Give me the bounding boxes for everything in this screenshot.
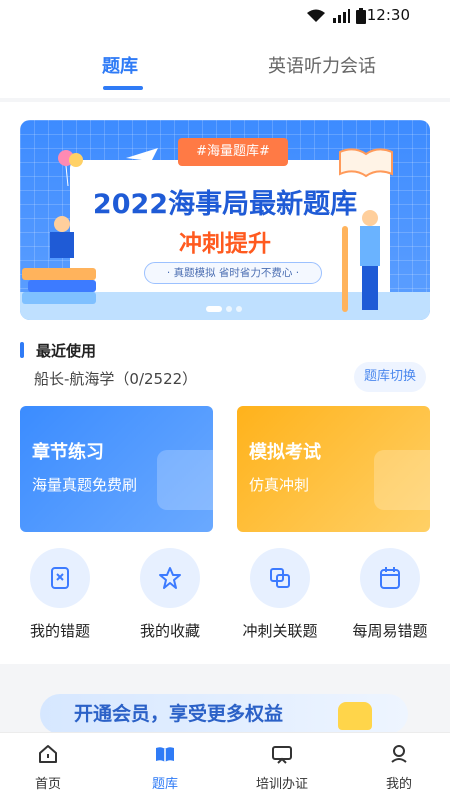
- banner-subtitle: 冲刺提升: [179, 231, 271, 257]
- training-icon: [269, 741, 295, 767]
- book-icon: [157, 450, 213, 510]
- status-icons: [306, 8, 366, 24]
- tab-active-indicator: [103, 86, 143, 90]
- carousel-dots: [206, 306, 242, 312]
- recent-course[interactable]: 船长-航海学（0/2522）: [34, 368, 197, 389]
- crown-icon: [338, 702, 372, 730]
- quick-actions: 我的错题 我的收藏 冲刺关联题 每周易错题: [0, 548, 450, 658]
- card-subtitle: 仿真冲刺: [249, 476, 310, 494]
- quick-action-label: 我的收藏: [139, 622, 200, 640]
- paper-plane-icon: [126, 148, 158, 168]
- divider: [0, 98, 450, 102]
- linked-questions-icon: [250, 548, 310, 608]
- wrong-questions-icon: [30, 548, 90, 608]
- nav-label: 我的: [385, 777, 412, 792]
- practice-cards: 章节练习 海量真题免费刷 模拟考试 仿真冲刺: [20, 406, 430, 532]
- quick-action-label: 每周易错题: [352, 622, 428, 640]
- score-100-icon: [374, 450, 430, 510]
- favorites-button[interactable]: 我的收藏: [115, 548, 225, 641]
- linked-questions-button[interactable]: 冲刺关联题: [225, 548, 335, 641]
- nav-label: 首页: [34, 777, 61, 792]
- card-title: 章节练习: [32, 442, 104, 463]
- quick-action-label: 冲刺关联题: [242, 622, 318, 640]
- status-time: 12:30: [366, 6, 410, 24]
- recent-title: 最近使用: [36, 342, 97, 360]
- switch-bank-button[interactable]: 题库切换: [353, 362, 426, 392]
- person-with-pencil-illustration: [342, 210, 380, 312]
- nav-home[interactable]: 首页: [8, 741, 88, 792]
- banner-tag: #海量题库#: [178, 138, 288, 166]
- mock-exam-card[interactable]: 模拟考试 仿真冲刺: [237, 406, 430, 532]
- section-accent-bar: [20, 342, 24, 358]
- top-tabs: 题库 英语听力会话: [0, 32, 450, 100]
- quick-action-label: 我的错题: [29, 622, 90, 640]
- nav-label: 题库: [151, 777, 178, 792]
- question-bank-icon: [152, 741, 178, 767]
- wifi-icon: [307, 9, 325, 22]
- nav-profile[interactable]: 我的: [359, 741, 439, 792]
- carousel-dot[interactable]: [206, 306, 222, 312]
- battery-icon: [356, 8, 366, 24]
- profile-icon: [386, 741, 412, 767]
- nav-label: 培训办证: [255, 777, 308, 792]
- card-subtitle: 海量真题免费刷: [32, 476, 138, 494]
- promo-area: 开通会员，享受更多权益: [0, 664, 450, 734]
- status-bar: 12:30: [0, 0, 450, 32]
- star-icon: [140, 548, 200, 608]
- signal-icon: [333, 9, 350, 23]
- promo-banner[interactable]: #海量题库# 2022海事局最新题库 冲刺提升 · 真题模拟 省时省力不费心 ·: [20, 120, 430, 320]
- weekly-mistakes-button[interactable]: 每周易错题: [335, 548, 445, 641]
- home-icon: [35, 741, 61, 767]
- nav-training[interactable]: 培训办证: [242, 741, 322, 792]
- card-title: 模拟考试: [249, 442, 321, 463]
- nav-question-bank[interactable]: 题库: [125, 741, 205, 792]
- wrong-questions-button[interactable]: 我的错题: [5, 548, 115, 641]
- chapter-practice-card[interactable]: 章节练习 海量真题免费刷: [20, 406, 213, 532]
- carousel-dot[interactable]: [236, 306, 242, 312]
- tab-english-listening[interactable]: 英语听力会话: [268, 52, 376, 78]
- tab-question-bank[interactable]: 题库: [102, 52, 138, 78]
- banner-slogan: · 真题模拟 省时省力不费心 ·: [144, 262, 322, 284]
- banner-title: 2022海事局最新题库: [92, 189, 358, 220]
- carousel-dot[interactable]: [226, 306, 232, 312]
- open-book-icon: [339, 148, 393, 178]
- calendar-icon: [360, 548, 420, 608]
- bottom-navigation: 首页 题库 培训办证 我的: [0, 732, 450, 800]
